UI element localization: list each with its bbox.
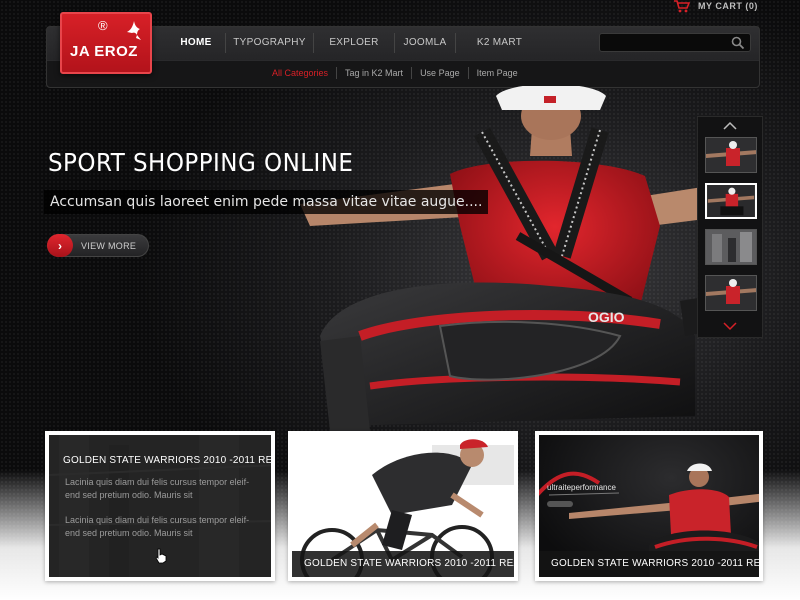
- logo-text: JA EROZ: [70, 43, 138, 60]
- nav-item-joomla[interactable]: JOOMLA: [395, 26, 455, 59]
- subnav-divider: [411, 67, 413, 79]
- hero-athlete-image: OGIO: [300, 86, 760, 431]
- view-more-label: VIEW MORE: [81, 241, 137, 251]
- registered-mark: ®: [98, 18, 108, 33]
- card-title: GOLDEN STATE WARRIORS 2010 -2011 REAS: [63, 455, 271, 466]
- slider-thumbnail[interactable]: [705, 137, 757, 173]
- subnav-divider: [336, 67, 338, 79]
- bird-icon: [127, 21, 141, 40]
- search-box: [599, 33, 751, 52]
- view-more-button[interactable]: › VIEW MORE: [47, 234, 149, 257]
- cart-icon: [674, 0, 690, 12]
- subnav-item-use-page[interactable]: Use Page: [420, 68, 460, 78]
- subnav-divider: [467, 67, 469, 79]
- search-icon[interactable]: [731, 36, 745, 50]
- svg-text:OGIO: OGIO: [588, 309, 625, 325]
- nav-item-typography[interactable]: TYPOGRAPHY: [226, 26, 313, 59]
- slider-thumbnail[interactable]: [705, 275, 757, 311]
- sub-navigation: All Categories Tag in K2 Mart Use Page I…: [272, 66, 518, 80]
- card-text: Lacinia quis diam dui felis cursus tempo…: [65, 515, 250, 538]
- hero-subtitle: Accumsan quis laoreet enim pede massa vi…: [44, 190, 489, 214]
- card-caption: GOLDEN STATE WARRIORS 2010 -2011 REAT: [292, 551, 514, 577]
- slider-thumbnails: [697, 116, 763, 338]
- slider-thumbnail-active[interactable]: [705, 183, 757, 219]
- cart-label: MY CART (0): [698, 1, 758, 11]
- feature-card[interactable]: ultraiteperformance GOLDEN STATE WARRIOR…: [535, 431, 763, 581]
- card-caption: GOLDEN STATE WARRIORS 2010 -2011 REAT: [539, 551, 759, 577]
- logo[interactable]: ® JA EROZ: [60, 12, 152, 74]
- hero-title: SPORT SHOPPING ONLINE: [48, 148, 354, 177]
- nav-item-home[interactable]: HOME: [167, 26, 225, 59]
- chevron-down-icon[interactable]: [722, 321, 738, 331]
- subnav-item-all-categories[interactable]: All Categories: [272, 68, 328, 78]
- nav-item-exploer[interactable]: EXPLOER: [314, 26, 394, 59]
- subnav-item-item-page[interactable]: Item Page: [477, 68, 518, 78]
- cart-link[interactable]: MY CART (0): [674, 0, 758, 12]
- search-input[interactable]: [604, 36, 724, 49]
- chevron-up-icon[interactable]: [722, 121, 738, 131]
- subnav-item-tag-in-k2-mart[interactable]: Tag in K2 Mart: [345, 68, 403, 78]
- chevron-right-icon: ›: [47, 234, 73, 257]
- card-text: Lacinia quis diam dui felis cursus tempo…: [65, 477, 250, 500]
- promo-brand-text: ultraiteperformance: [547, 483, 616, 492]
- main-navigation: HOME TYPOGRAPHY EXPLOER JOOMLA K2 MART: [167, 26, 543, 59]
- nav-item-k2-mart[interactable]: K2 MART: [456, 26, 543, 59]
- hand-cursor-icon: [155, 548, 167, 564]
- slider-thumbnail[interactable]: [705, 229, 757, 265]
- feature-card[interactable]: GOLDEN STATE WARRIORS 2010 -2011 REAT: [288, 431, 518, 581]
